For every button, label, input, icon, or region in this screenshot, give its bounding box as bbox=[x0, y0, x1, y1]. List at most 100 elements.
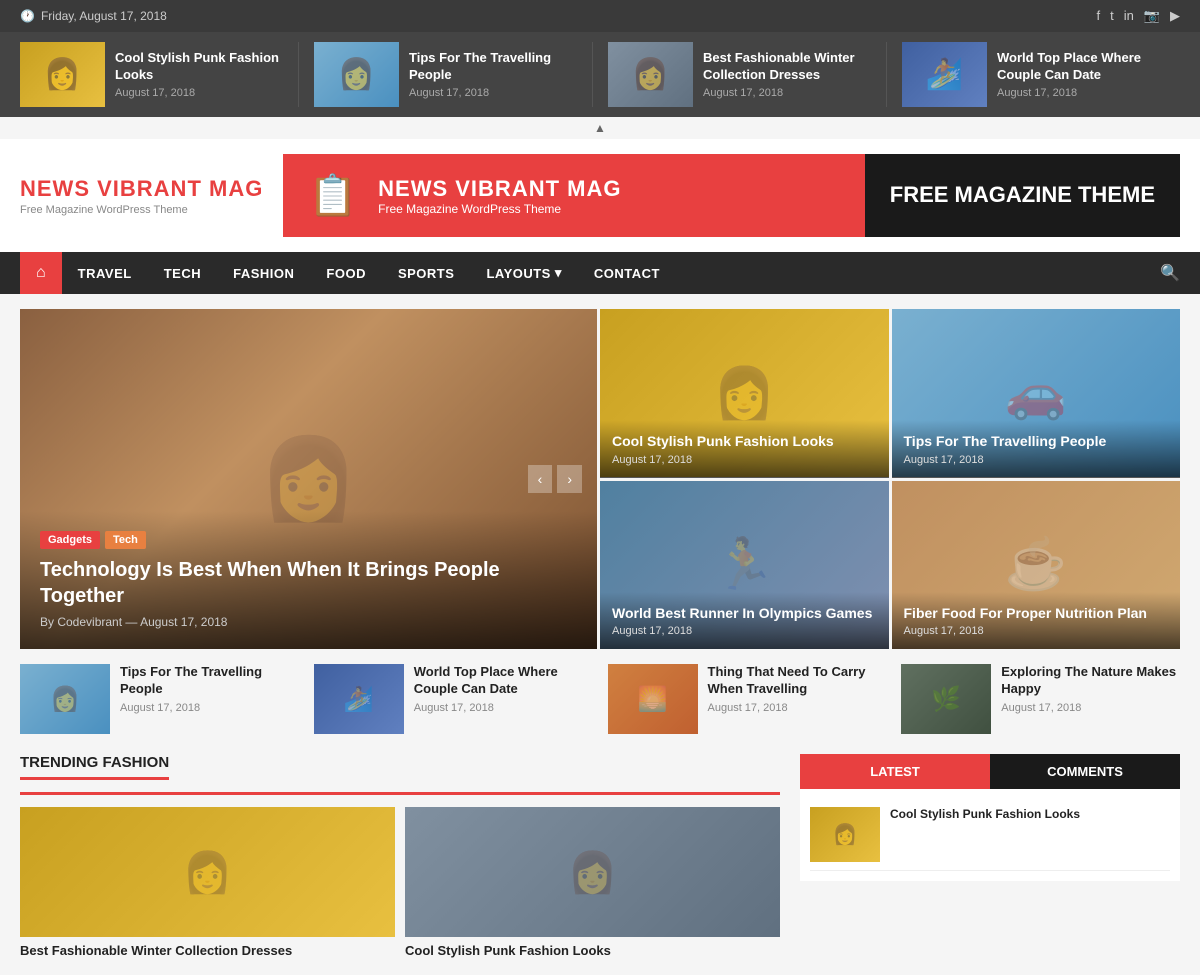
featured-item-3[interactable]: 👩 Best Fashionable Winter Collection Dre… bbox=[593, 42, 887, 107]
banner-ad-right: FREE MAGAZINE THEME bbox=[865, 154, 1180, 237]
top-bar-date: 🕐 Friday, August 17, 2018 bbox=[20, 9, 167, 23]
hero-section: 👩 Gadgets Tech Technology Is Best When W… bbox=[20, 309, 1180, 649]
small-card-title-2: World Top Place Where Couple Can Date bbox=[414, 664, 593, 698]
top-bar: 🕐 Friday, August 17, 2018 f t in 📷 ▶ bbox=[0, 0, 1200, 32]
small-card-info-3: Thing That Need To Carry When Travelling… bbox=[708, 664, 887, 714]
small-card-title-1: Tips For The Travelling People bbox=[120, 664, 299, 698]
nav-item-food[interactable]: FOOD bbox=[310, 254, 382, 293]
featured-date-4: August 17, 2018 bbox=[997, 87, 1165, 99]
sidebar-tabs: LATEST COMMENTS bbox=[800, 754, 1180, 789]
banner-icon: 📋 bbox=[308, 172, 358, 219]
featured-item-1[interactable]: 👩 Cool Stylish Punk Fashion Looks August… bbox=[20, 42, 299, 107]
hero-author: Codevibrant bbox=[57, 615, 122, 629]
sidebar-item-1[interactable]: 👩 Cool Stylish Punk Fashion Looks bbox=[810, 799, 1170, 871]
nav-item-fashion[interactable]: FASHION bbox=[217, 254, 310, 293]
side-card-title-3: Tips For The Travelling People bbox=[904, 432, 1169, 450]
logo[interactable]: NEWS VIBRANT MAG Free Magazine WordPress… bbox=[20, 176, 263, 216]
main-content: 👩 Gadgets Tech Technology Is Best When W… bbox=[0, 294, 1200, 975]
featured-strip: 👩 Cool Stylish Punk Fashion Looks August… bbox=[0, 32, 1200, 117]
trending-sidebar-section: TRENDING FASHION 👩 Best Fashionable Wint… bbox=[20, 754, 1180, 960]
facebook-icon[interactable]: f bbox=[1096, 8, 1100, 24]
side-card-title-1: Cool Stylish Punk Fashion Looks bbox=[612, 432, 877, 450]
nav-item-contact[interactable]: CONTACT bbox=[578, 254, 676, 293]
small-card-4[interactable]: 🌿 Exploring The Nature Makes Happy Augus… bbox=[901, 664, 1180, 734]
featured-thumb-4: 🏄 bbox=[902, 42, 987, 107]
featured-date-3: August 17, 2018 bbox=[703, 87, 871, 99]
banner-sub: Free Magazine WordPress Theme bbox=[378, 202, 621, 216]
banner-ad-text: NEWS VIBRANT MAG Free Magazine WordPress… bbox=[378, 176, 621, 216]
side-card-1[interactable]: 👩 Cool Stylish Punk Fashion Looks August… bbox=[600, 309, 889, 478]
hero-main-title: Technology Is Best When When It Brings P… bbox=[40, 557, 577, 609]
hero-side-left: 👩 Cool Stylish Punk Fashion Looks August… bbox=[600, 309, 889, 649]
logo-text: NEWS VIBRANT MAG bbox=[20, 176, 263, 202]
side-card-2[interactable]: 🏃 World Best Runner In Olympics Games Au… bbox=[600, 481, 889, 650]
hero-date: August 17, 2018 bbox=[140, 615, 227, 629]
trending-right-sidebar: LATEST COMMENTS 👩 Cool Stylish Punk Fash… bbox=[800, 754, 1180, 960]
small-card-thumb-4: 🌿 bbox=[901, 664, 991, 734]
featured-title-2: Tips For The Travelling People bbox=[409, 50, 577, 84]
side-card-date-2: August 17, 2018 bbox=[612, 625, 877, 637]
sidebar-item-title-1: Cool Stylish Punk Fashion Looks bbox=[890, 807, 1080, 823]
small-cards-row: 👩 Tips For The Travelling People August … bbox=[20, 664, 1180, 734]
featured-thumb-2: 👩 bbox=[314, 42, 399, 107]
twitter-icon[interactable]: t bbox=[1110, 8, 1114, 24]
slider-arrows: ‹ › bbox=[528, 465, 582, 493]
nav-search-button[interactable]: 🔍 bbox=[1160, 263, 1180, 283]
logo-main: NEWS VIBRANT bbox=[20, 176, 209, 201]
trending-card-image-1: 👩 bbox=[20, 807, 395, 937]
small-card-3[interactable]: 🌅 Thing That Need To Carry When Travelli… bbox=[608, 664, 887, 734]
trending-title: TRENDING FASHION bbox=[20, 754, 169, 780]
small-card-2[interactable]: 🏄 World Top Place Where Couple Can Date … bbox=[314, 664, 593, 734]
header-banner: 📋 NEWS VIBRANT MAG Free Magazine WordPre… bbox=[283, 154, 1180, 237]
side-card-overlay-1: Cool Stylish Punk Fashion Looks August 1… bbox=[600, 420, 889, 477]
trending-card-image-2: 👩 bbox=[405, 807, 780, 937]
nav-item-travel[interactable]: TRAVEL bbox=[62, 254, 148, 293]
featured-item-4[interactable]: 🏄 World Top Place Where Couple Can Date … bbox=[887, 42, 1180, 107]
featured-title-3: Best Fashionable Winter Collection Dress… bbox=[703, 50, 871, 84]
small-card-date-3: August 17, 2018 bbox=[708, 702, 887, 714]
scroll-up[interactable]: ▲ bbox=[0, 117, 1200, 139]
sidebar-item-thumb-1: 👩 bbox=[810, 807, 880, 862]
featured-title-1: Cool Stylish Punk Fashion Looks bbox=[115, 50, 283, 84]
featured-thumb-3: 👩 bbox=[608, 42, 693, 107]
side-card-title-4: Fiber Food For Proper Nutrition Plan bbox=[904, 604, 1169, 622]
small-card-thumb-1: 👩 bbox=[20, 664, 110, 734]
tab-latest[interactable]: LATEST bbox=[800, 754, 990, 789]
sidebar-content: 👩 Cool Stylish Punk Fashion Looks bbox=[800, 789, 1180, 881]
side-card-4[interactable]: ☕ Fiber Food For Proper Nutrition Plan A… bbox=[892, 481, 1181, 650]
featured-date-2: August 17, 2018 bbox=[409, 87, 577, 99]
small-card-thumb-3: 🌅 bbox=[608, 664, 698, 734]
prev-arrow[interactable]: ‹ bbox=[528, 465, 553, 493]
tag-gadgets[interactable]: Gadgets bbox=[40, 531, 100, 549]
small-card-info-1: Tips For The Travelling People August 17… bbox=[120, 664, 299, 714]
hero-main-card[interactable]: 👩 Gadgets Tech Technology Is Best When W… bbox=[20, 309, 597, 649]
tag-tech[interactable]: Tech bbox=[105, 531, 146, 549]
trending-card-2[interactable]: 👩 Cool Stylish Punk Fashion Looks bbox=[405, 807, 780, 960]
small-card-title-3: Thing That Need To Carry When Travelling bbox=[708, 664, 887, 698]
nav-home-button[interactable]: ⌂ bbox=[20, 252, 62, 294]
nav-item-layouts[interactable]: LAYOUTS ▾ bbox=[470, 253, 577, 293]
nav-item-tech[interactable]: TECH bbox=[148, 254, 217, 293]
side-card-overlay-2: World Best Runner In Olympics Games Augu… bbox=[600, 592, 889, 649]
featured-item-2[interactable]: 👩 Tips For The Travelling People August … bbox=[299, 42, 593, 107]
small-card-thumb-2: 🏄 bbox=[314, 664, 404, 734]
next-arrow[interactable]: › bbox=[557, 465, 582, 493]
instagram-icon[interactable]: 📷 bbox=[1144, 8, 1160, 24]
hero-main-overlay: Gadgets Tech Technology Is Best When Whe… bbox=[20, 511, 597, 649]
date-text: Friday, August 17, 2018 bbox=[41, 9, 167, 23]
small-card-info-4: Exploring The Nature Makes Happy August … bbox=[1001, 664, 1180, 714]
trending-grid: 👩 Best Fashionable Winter Collection Dre… bbox=[20, 807, 780, 960]
featured-title-4: World Top Place Where Couple Can Date bbox=[997, 50, 1165, 84]
hero-tags: Gadgets Tech bbox=[40, 531, 577, 549]
small-card-date-4: August 17, 2018 bbox=[1001, 702, 1180, 714]
small-card-1[interactable]: 👩 Tips For The Travelling People August … bbox=[20, 664, 299, 734]
side-card-date-1: August 17, 2018 bbox=[612, 454, 877, 466]
trending-card-1[interactable]: 👩 Best Fashionable Winter Collection Dre… bbox=[20, 807, 395, 960]
side-card-3[interactable]: 🚗 Tips For The Travelling People August … bbox=[892, 309, 1181, 478]
clock-icon: 🕐 bbox=[20, 9, 35, 23]
youtube-icon[interactable]: ▶ bbox=[1170, 8, 1180, 24]
featured-thumb-1: 👩 bbox=[20, 42, 105, 107]
nav-item-sports[interactable]: SPORTS bbox=[382, 254, 470, 293]
linkedin-icon[interactable]: in bbox=[1124, 8, 1134, 24]
tab-comments[interactable]: COMMENTS bbox=[990, 754, 1180, 789]
